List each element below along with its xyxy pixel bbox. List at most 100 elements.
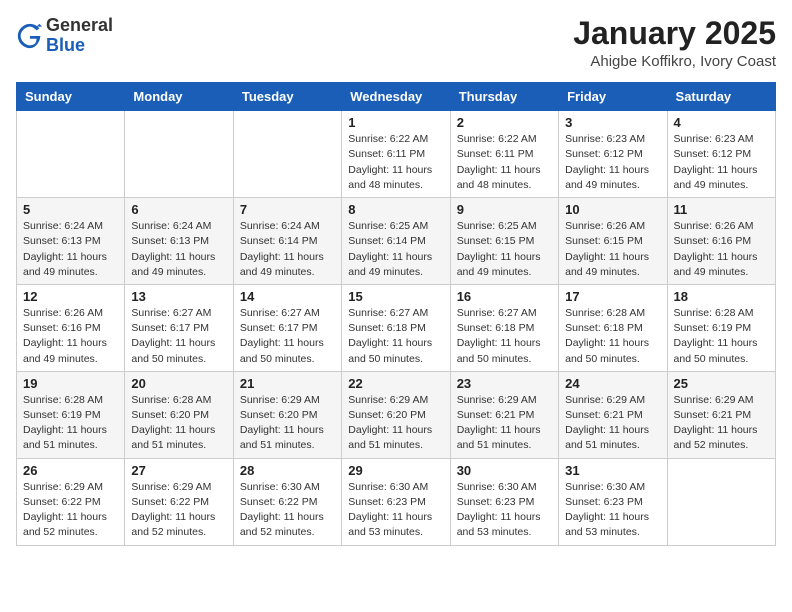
calendar-cell: 12 Sunrise: 6:26 AM Sunset: 6:16 PM Dayli… [17,284,125,371]
day-info: Sunrise: 6:30 AM Sunset: 6:23 PM Dayligh… [565,480,660,541]
day-number: 10 [565,202,660,217]
day-info: Sunrise: 6:26 AM Sunset: 6:16 PM Dayligh… [23,306,118,367]
calendar-cell [667,458,775,545]
calendar-cell [17,111,125,198]
calendar-cell: 24 Sunrise: 6:29 AM Sunset: 6:21 PM Dayli… [559,371,667,458]
day-number: 28 [240,463,335,478]
day-info: Sunrise: 6:24 AM Sunset: 6:14 PM Dayligh… [240,219,335,280]
calendar-cell: 28 Sunrise: 6:30 AM Sunset: 6:22 PM Dayli… [233,458,341,545]
calendar-cell: 25 Sunrise: 6:29 AM Sunset: 6:21 PM Dayli… [667,371,775,458]
day-info: Sunrise: 6:26 AM Sunset: 6:16 PM Dayligh… [674,219,769,280]
calendar-cell [125,111,233,198]
day-info: Sunrise: 6:29 AM Sunset: 6:20 PM Dayligh… [348,393,443,454]
calendar-cell: 22 Sunrise: 6:29 AM Sunset: 6:20 PM Dayli… [342,371,450,458]
day-number: 27 [131,463,226,478]
day-info: Sunrise: 6:27 AM Sunset: 6:17 PM Dayligh… [131,306,226,367]
calendar-header-friday: Friday [559,83,667,111]
day-number: 25 [674,376,769,391]
day-info: Sunrise: 6:30 AM Sunset: 6:23 PM Dayligh… [348,480,443,541]
day-info: Sunrise: 6:28 AM Sunset: 6:18 PM Dayligh… [565,306,660,367]
calendar-cell: 4 Sunrise: 6:23 AM Sunset: 6:12 PM Daylig… [667,111,775,198]
calendar-week-4: 19Sunrise: 6:28 AM Sunset: 6:19 PM Dayli… [17,371,776,458]
day-info: Sunrise: 6:28 AM Sunset: 6:19 PM Dayligh… [23,393,118,454]
calendar-cell: 6 Sunrise: 6:24 AM Sunset: 6:13 PM Daylig… [125,198,233,285]
title-section: January 2025 Ahigbe Koffikro, Ivory Coas… [573,16,776,70]
day-info: Sunrise: 6:29 AM Sunset: 6:22 PM Dayligh… [23,480,118,541]
day-number: 9 [457,202,552,217]
calendar-week-5: 26Sunrise: 6:29 AM Sunset: 6:22 PM Dayli… [17,458,776,545]
day-info: Sunrise: 6:25 AM Sunset: 6:14 PM Dayligh… [348,219,443,280]
calendar-cell: 13Sunrise: 6:27 AM Sunset: 6:17 PM Dayli… [125,284,233,371]
calendar-cell: 31 Sunrise: 6:30 AM Sunset: 6:23 PM Dayli… [559,458,667,545]
page-header: General Blue January 2025 Ahigbe Koffikr… [16,16,776,70]
calendar-header-row: SundayMondayTuesdayWednesdayThursdayFrid… [17,83,776,111]
calendar-header-sunday: Sunday [17,83,125,111]
calendar-cell: 14 Sunrise: 6:27 AM Sunset: 6:17 PM Dayli… [233,284,341,371]
day-number: 3 [565,115,660,130]
logo-icon [16,22,44,50]
day-info: Sunrise: 6:30 AM Sunset: 6:23 PM Dayligh… [457,480,552,541]
calendar-cell: 11Sunrise: 6:26 AM Sunset: 6:16 PM Dayli… [667,198,775,285]
logo-text: General Blue [46,16,113,56]
day-info: Sunrise: 6:28 AM Sunset: 6:19 PM Dayligh… [674,306,769,367]
day-number: 23 [457,376,552,391]
day-number: 8 [348,202,443,217]
logo: General Blue [16,16,113,56]
day-number: 14 [240,289,335,304]
day-number: 22 [348,376,443,391]
month-title: January 2025 [573,16,776,51]
day-info: Sunrise: 6:27 AM Sunset: 6:17 PM Dayligh… [240,306,335,367]
logo-blue: Blue [46,36,113,56]
day-number: 12 [23,289,118,304]
day-number: 15 [348,289,443,304]
calendar-cell: 5Sunrise: 6:24 AM Sunset: 6:13 PM Daylig… [17,198,125,285]
day-info: Sunrise: 6:29 AM Sunset: 6:20 PM Dayligh… [240,393,335,454]
day-info: Sunrise: 6:23 AM Sunset: 6:12 PM Dayligh… [674,132,769,193]
day-number: 1 [348,115,443,130]
day-info: Sunrise: 6:22 AM Sunset: 6:11 PM Dayligh… [348,132,443,193]
day-info: Sunrise: 6:29 AM Sunset: 6:21 PM Dayligh… [565,393,660,454]
calendar-cell [233,111,341,198]
day-info: Sunrise: 6:22 AM Sunset: 6:11 PM Dayligh… [457,132,552,193]
calendar-cell: 16Sunrise: 6:27 AM Sunset: 6:18 PM Dayli… [450,284,558,371]
calendar-cell: 3Sunrise: 6:23 AM Sunset: 6:12 PM Daylig… [559,111,667,198]
calendar-cell: 27Sunrise: 6:29 AM Sunset: 6:22 PM Dayli… [125,458,233,545]
location: Ahigbe Koffikro, Ivory Coast [573,53,776,70]
calendar-table: SundayMondayTuesdayWednesdayThursdayFrid… [16,82,776,545]
calendar-cell: 29 Sunrise: 6:30 AM Sunset: 6:23 PM Dayli… [342,458,450,545]
calendar-week-2: 5 Sunrise: 6:24 AM Sunset: 6:13 PM Daylig… [17,198,776,285]
day-info: Sunrise: 6:24 AM Sunset: 6:13 PM Dayligh… [131,219,226,280]
day-info: Sunrise: 6:29 AM Sunset: 6:21 PM Dayligh… [674,393,769,454]
day-number: 30 [457,463,552,478]
day-info: Sunrise: 6:27 AM Sunset: 6:18 PM Dayligh… [457,306,552,367]
calendar-header-wednesday: Wednesday [342,83,450,111]
calendar-week-1: 1 Sunrise: 6:22 AM Sunset: 6:11 PM Daylig… [17,111,776,198]
day-number: 5 [23,202,118,217]
day-number: 29 [348,463,443,478]
day-number: 4 [674,115,769,130]
logo-general: General [46,16,113,36]
day-number: 6 [131,202,226,217]
calendar-cell: 15 Sunrise: 6:27 AM Sunset: 6:18 PM Dayli… [342,284,450,371]
day-number: 24 [565,376,660,391]
calendar-cell: 23 Sunrise: 6:29 AM Sunset: 6:21 PM Dayli… [450,371,558,458]
day-number: 31 [565,463,660,478]
day-info: Sunrise: 6:25 AM Sunset: 6:15 PM Dayligh… [457,219,552,280]
calendar-cell: 10 Sunrise: 6:26 AM Sunset: 6:15 PM Dayli… [559,198,667,285]
calendar-cell: 2 Sunrise: 6:22 AM Sunset: 6:11 PM Daylig… [450,111,558,198]
calendar-cell: 17Sunrise: 6:28 AM Sunset: 6:18 PM Dayli… [559,284,667,371]
day-info: Sunrise: 6:30 AM Sunset: 6:22 PM Dayligh… [240,480,335,541]
calendar-cell: 20 Sunrise: 6:28 AM Sunset: 6:20 PM Dayli… [125,371,233,458]
calendar-header-thursday: Thursday [450,83,558,111]
day-info: Sunrise: 6:27 AM Sunset: 6:18 PM Dayligh… [348,306,443,367]
day-info: Sunrise: 6:28 AM Sunset: 6:20 PM Dayligh… [131,393,226,454]
calendar-cell: 26Sunrise: 6:29 AM Sunset: 6:22 PM Dayli… [17,458,125,545]
calendar-header-monday: Monday [125,83,233,111]
calendar-header-saturday: Saturday [667,83,775,111]
calendar-cell: 19Sunrise: 6:28 AM Sunset: 6:19 PM Dayli… [17,371,125,458]
day-info: Sunrise: 6:29 AM Sunset: 6:21 PM Dayligh… [457,393,552,454]
day-number: 2 [457,115,552,130]
calendar-header-tuesday: Tuesday [233,83,341,111]
day-number: 20 [131,376,226,391]
day-info: Sunrise: 6:26 AM Sunset: 6:15 PM Dayligh… [565,219,660,280]
